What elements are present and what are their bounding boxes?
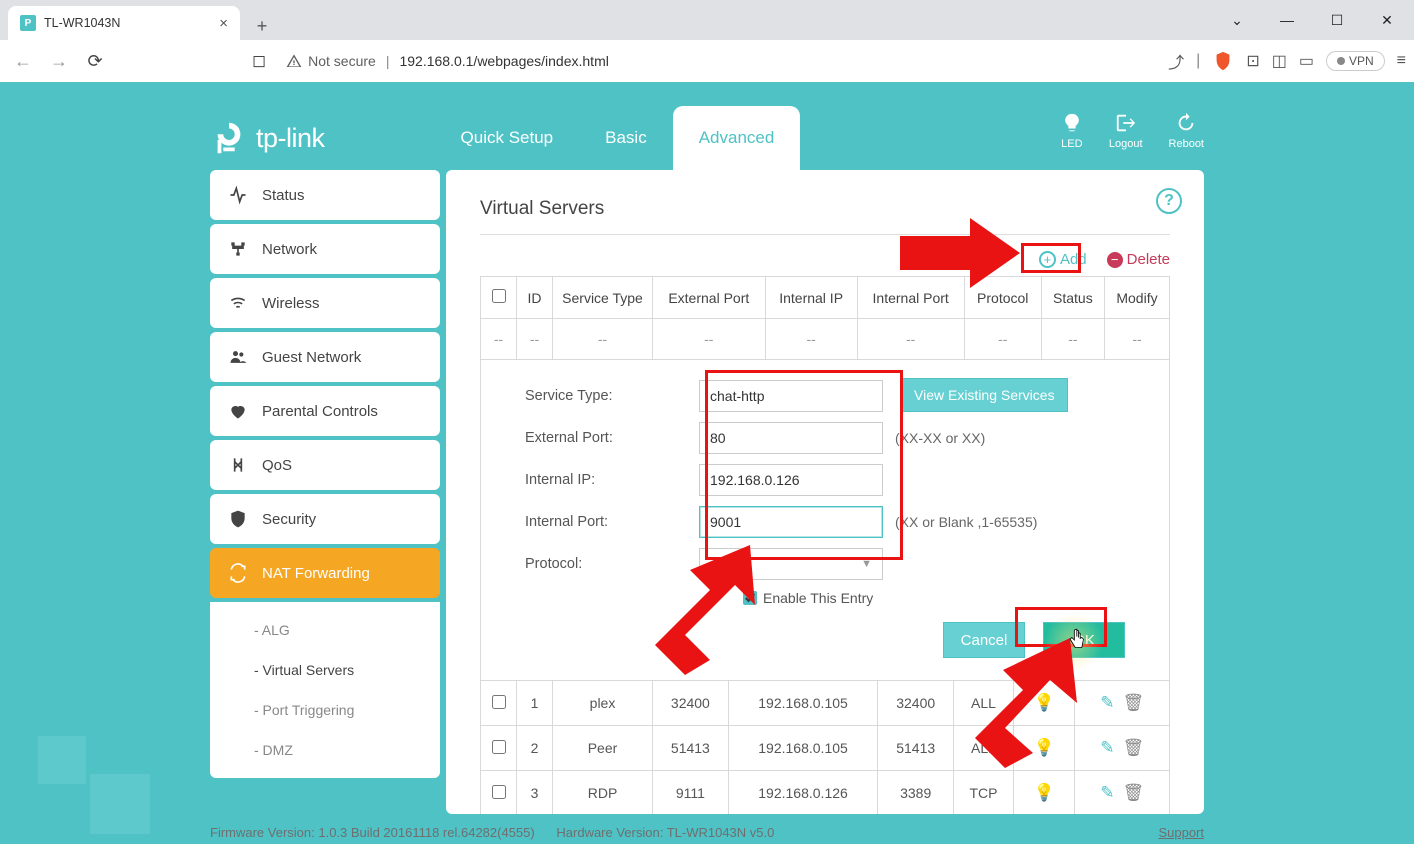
close-tab-icon[interactable]: × — [219, 15, 228, 32]
sub-alg[interactable]: - ALG — [210, 610, 440, 650]
add-button[interactable]: +Add — [1039, 251, 1087, 268]
help-icon[interactable]: ? — [1156, 188, 1182, 214]
internal-port-input[interactable] — [699, 506, 883, 538]
heart-icon — [228, 401, 248, 421]
page-header: tp-link Quick Setup Basic Advanced — [210, 106, 1204, 170]
sidebar-submenu: - ALG - Virtual Servers - Port Triggerin… — [210, 602, 440, 778]
url-bar[interactable]: Not secure | 192.168.0.1/webpages/index.… — [286, 53, 1162, 69]
bulb-icon[interactable]: 💡 — [1034, 738, 1055, 757]
table-row: 2Peer51413192.168.0.10551413ALL💡✎🗑 — [481, 726, 1170, 771]
sidebar-item-network[interactable]: Network — [210, 224, 440, 274]
minus-icon: − — [1107, 252, 1123, 268]
sub-port-triggering[interactable]: - Port Triggering — [210, 690, 440, 730]
extensions-icon[interactable]: ⊡ — [1246, 51, 1259, 71]
table-row-empty: ------------------ — [481, 319, 1170, 360]
tab-strip: P TL-WR1043N × + — [0, 0, 1414, 40]
virtual-servers-table: ID Service Type External Port Internal I… — [480, 276, 1170, 360]
top-actions: LED Logout Reboot — [1061, 112, 1204, 150]
enable-entry-checkbox[interactable] — [743, 591, 757, 605]
menu-icon[interactable]: ≡ — [1397, 52, 1406, 70]
sidebar-item-wireless[interactable]: Wireless — [210, 278, 440, 328]
shield-icon — [228, 509, 248, 529]
tab-title: TL-WR1043N — [44, 16, 120, 30]
sub-dmz[interactable]: - DMZ — [210, 730, 440, 770]
logout-button[interactable]: Logout — [1109, 112, 1143, 150]
window-controls: ⌄ — ☐ ✕ — [1214, 6, 1410, 34]
sidebar-item-qos[interactable]: QoS — [210, 440, 440, 490]
trash-icon[interactable]: 🗑 — [1123, 693, 1145, 712]
footer: Firmware Version: 1.0.3 Build 20161118 r… — [210, 825, 1204, 840]
trash-icon[interactable]: 🗑 — [1123, 783, 1145, 802]
delete-button[interactable]: −Delete — [1107, 251, 1170, 268]
row-checkbox[interactable] — [492, 740, 506, 754]
network-icon — [228, 239, 248, 259]
tplink-logo: tp-link — [210, 119, 325, 157]
row-checkbox[interactable] — [492, 785, 506, 799]
share-icon[interactable]: ⤴ — [1168, 49, 1184, 73]
internal-ip-input[interactable] — [699, 464, 883, 496]
sidebar: Status Network Wireless Guest Network Pa… — [210, 170, 440, 814]
chevron-down-icon[interactable]: ⌄ — [1214, 6, 1260, 34]
tab-advanced[interactable]: Advanced — [673, 106, 801, 170]
cancel-button[interactable]: Cancel — [943, 622, 1025, 658]
address-bar: ← → ⟳ ◻ Not secure | 192.168.0.1/webpage… — [0, 40, 1414, 82]
wifi-icon — [228, 293, 248, 313]
browser-tab[interactable]: P TL-WR1043N × — [8, 6, 240, 40]
bulb-icon[interactable]: 💡 — [1034, 693, 1055, 712]
existing-rows-table: 1plex32400192.168.0.10532400ALL💡✎🗑 2Peer… — [480, 680, 1170, 814]
table-row: 3RDP9111192.168.0.1263389TCP💡✎🗑 — [481, 771, 1170, 815]
bulb-icon[interactable]: 💡 — [1034, 783, 1055, 802]
trash-icon[interactable]: 🗑 — [1123, 738, 1145, 757]
select-all-checkbox[interactable] — [492, 289, 506, 303]
close-window-button[interactable]: ✕ — [1364, 6, 1410, 34]
warning-icon — [286, 53, 302, 69]
forward-button: → — [44, 46, 74, 76]
protocol-select[interactable]: ALL▼ — [699, 548, 883, 580]
page-title: Virtual Servers — [480, 198, 1170, 235]
brave-shield-icon[interactable] — [1212, 50, 1234, 72]
view-services-button[interactable]: View Existing Services — [901, 378, 1068, 412]
plus-icon: + — [1039, 251, 1056, 268]
edit-icon[interactable]: ✎ — [1100, 783, 1114, 802]
back-button[interactable]: ← — [8, 46, 38, 76]
support-link[interactable]: Support — [1158, 825, 1204, 840]
qos-icon — [228, 455, 248, 475]
reboot-button[interactable]: Reboot — [1169, 112, 1204, 150]
router-page: tp-link Quick Setup Basic Advanced LED L… — [0, 82, 1414, 844]
sidebar-item-parental[interactable]: Parental Controls — [210, 386, 440, 436]
led-button[interactable]: LED — [1061, 112, 1083, 150]
chevron-down-icon: ▼ — [861, 558, 872, 570]
maximize-button[interactable]: ☐ — [1314, 6, 1360, 34]
row-checkbox[interactable] — [492, 695, 506, 709]
sidebar-item-guest[interactable]: Guest Network — [210, 332, 440, 382]
nat-icon — [228, 563, 248, 583]
external-port-input[interactable] — [699, 422, 883, 454]
favicon: P — [20, 15, 36, 31]
edit-icon[interactable]: ✎ — [1100, 738, 1114, 757]
tab-quick-setup[interactable]: Quick Setup — [435, 106, 580, 170]
minimize-button[interactable]: — — [1264, 6, 1310, 34]
sub-virtual-servers[interactable]: - Virtual Servers — [210, 650, 440, 690]
new-tab-button[interactable]: + — [248, 12, 276, 40]
activity-icon — [228, 185, 248, 205]
sidebar-item-nat[interactable]: NAT Forwarding — [210, 548, 440, 598]
wallet-icon[interactable]: ▭ — [1299, 51, 1314, 71]
reload-button[interactable]: ⟳ — [80, 46, 110, 76]
table-row: 1plex32400192.168.0.10532400ALL💡✎🗑 — [481, 681, 1170, 726]
tab-basic[interactable]: Basic — [579, 106, 673, 170]
browser-chrome: P TL-WR1043N × + ← → ⟳ ◻ Not secure | 19… — [0, 0, 1414, 82]
cursor-icon — [1066, 628, 1086, 652]
sidebar-item-security[interactable]: Security — [210, 494, 440, 544]
edit-icon[interactable]: ✎ — [1100, 693, 1114, 712]
security-warning[interactable]: Not secure — [286, 53, 376, 69]
sidebar-item-status[interactable]: Status — [210, 170, 440, 220]
main-panel: ? Virtual Servers +Add −Delete ID Servic… — [446, 170, 1204, 814]
sidepanel-icon[interactable]: ◫ — [1272, 51, 1287, 71]
service-type-input[interactable] — [699, 380, 883, 412]
bookmark-icon[interactable]: ◻ — [252, 51, 266, 71]
users-icon — [228, 347, 248, 367]
vpn-button[interactable]: VPN — [1326, 51, 1385, 71]
